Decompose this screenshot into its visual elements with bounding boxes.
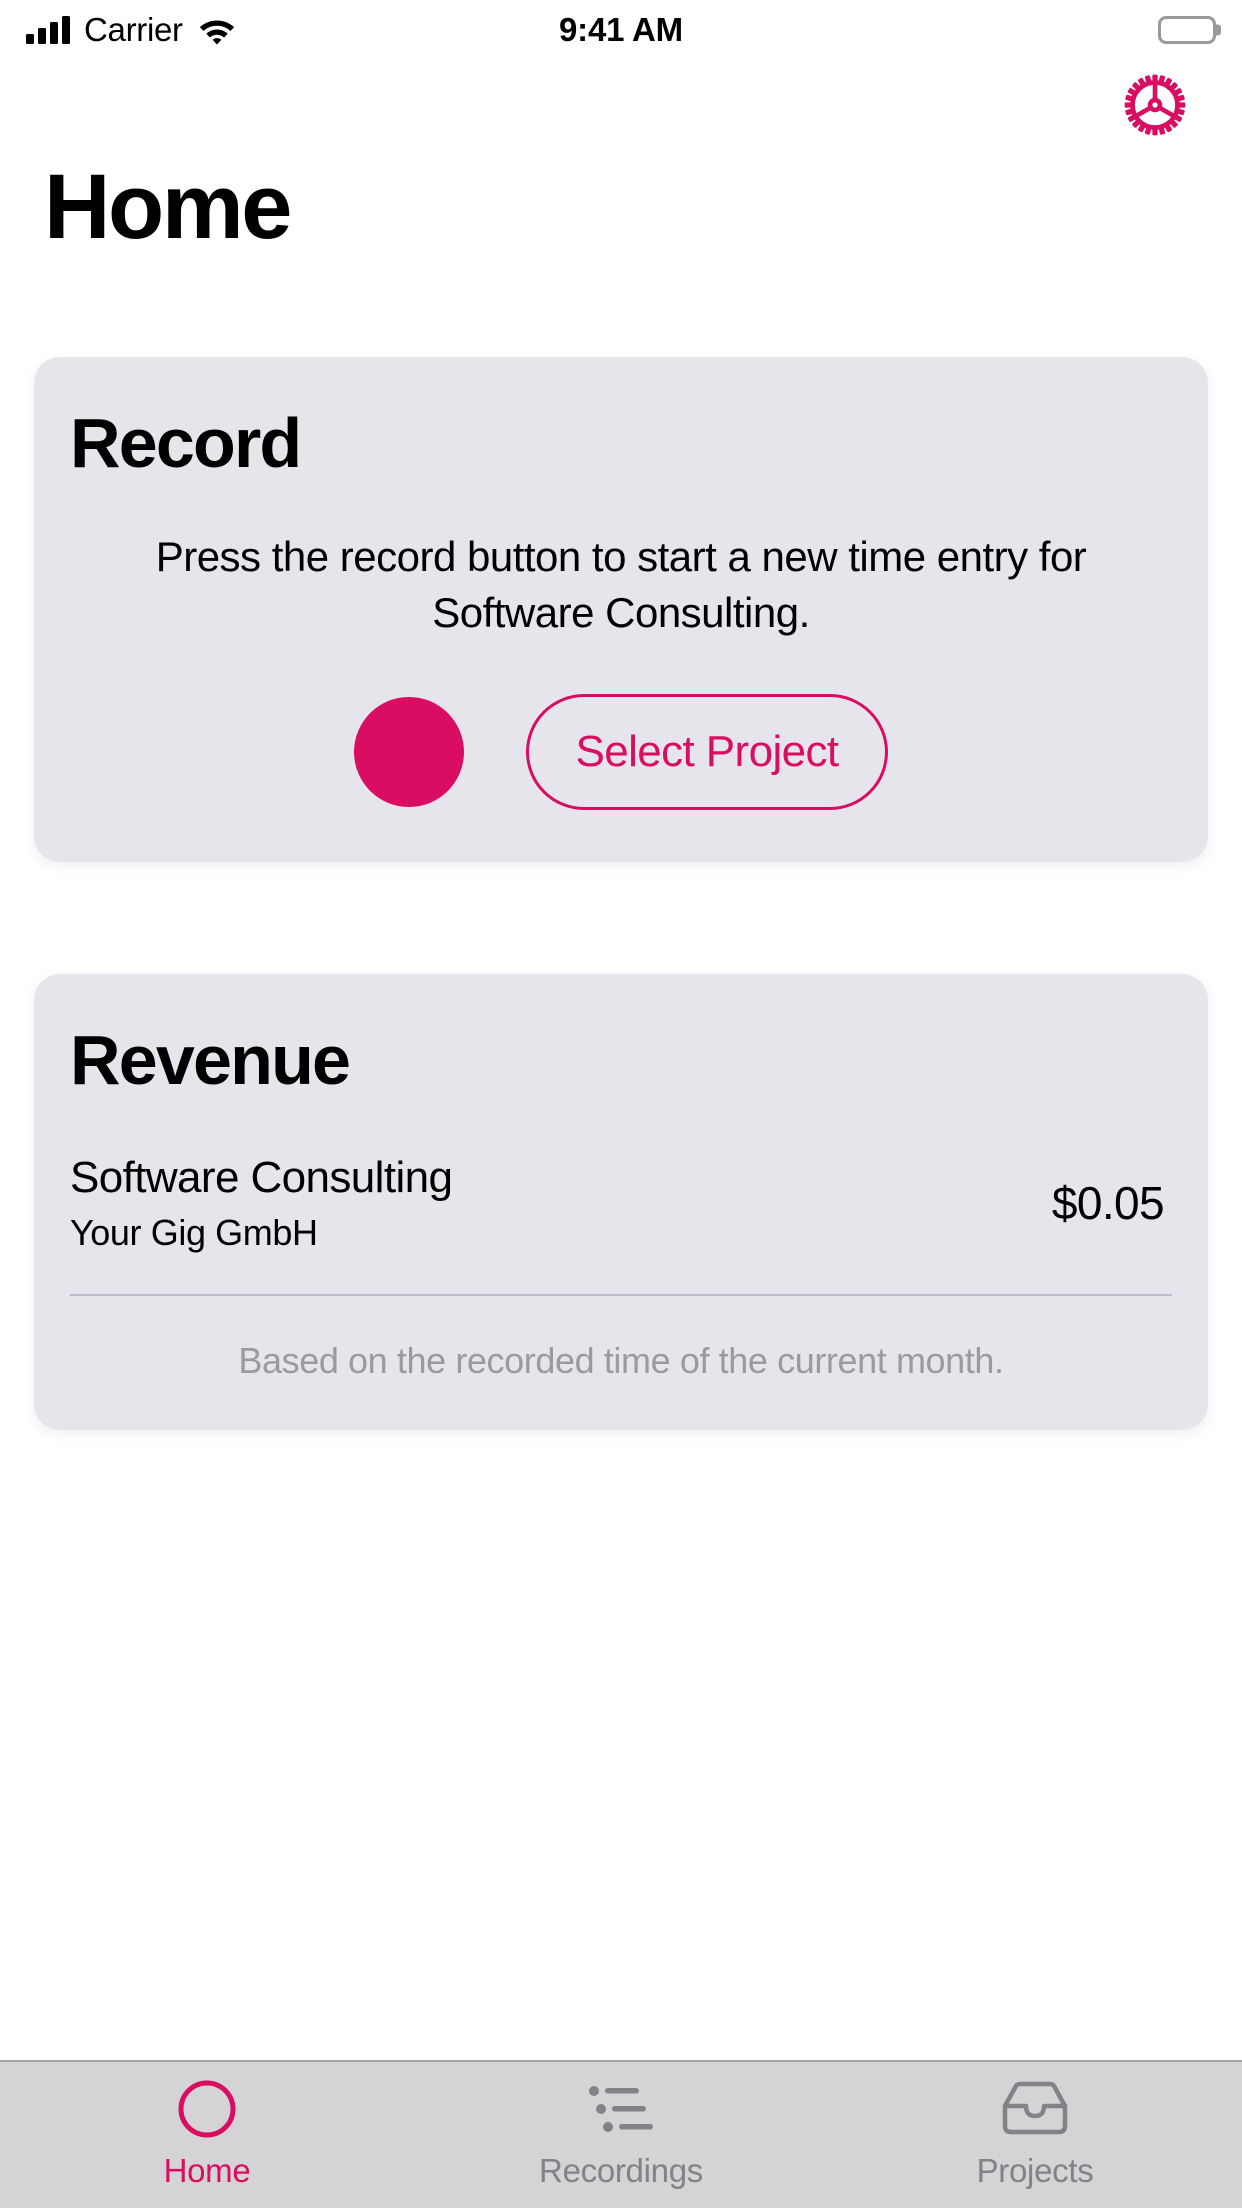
revenue-card-title: Revenue bbox=[70, 1021, 351, 1100]
tab-projects[interactable]: Projects bbox=[828, 2078, 1242, 2187]
tab-bar: Home Recordings Projects bbox=[0, 2060, 1242, 2208]
tray-icon bbox=[998, 2078, 1072, 2140]
bulleted-list-icon bbox=[586, 2078, 656, 2140]
main-content: Record Press the record button to start … bbox=[0, 257, 1242, 2060]
revenue-names: Software Consulting Your Gig GmbH bbox=[70, 1153, 453, 1253]
revenue-project-name: Software Consulting bbox=[70, 1153, 453, 1203]
select-project-button[interactable]: Select Project bbox=[526, 694, 888, 811]
tab-home-label: Home bbox=[163, 2152, 251, 2189]
settings-button[interactable] bbox=[1120, 70, 1190, 140]
revenue-amount: $0.05 bbox=[1051, 1177, 1165, 1230]
battery-full-icon bbox=[1158, 16, 1216, 44]
app-screen: Carrier 9:41 AM Home Record Press the re… bbox=[0, 0, 1242, 2208]
tab-projects-label: Projects bbox=[976, 2152, 1094, 2189]
tab-home[interactable]: Home bbox=[0, 2078, 414, 2187]
record-card-actions: Select Project bbox=[70, 694, 1172, 811]
page-title: Home bbox=[44, 156, 292, 258]
circle-outline-icon bbox=[176, 2078, 238, 2140]
status-bar-right bbox=[1158, 0, 1216, 60]
nav-bar bbox=[0, 60, 1242, 150]
record-button[interactable] bbox=[354, 697, 465, 808]
tab-recordings-label: Recordings bbox=[539, 2152, 703, 2189]
gear-icon bbox=[1122, 72, 1188, 138]
revenue-row: Software Consulting Your Gig GmbH $0.05 bbox=[70, 1153, 1172, 1253]
record-card-title: Record bbox=[70, 404, 302, 483]
record-card-description: Press the record button to start a new t… bbox=[155, 533, 1087, 636]
revenue-divider bbox=[70, 1294, 1172, 1297]
status-bar: Carrier 9:41 AM bbox=[0, 0, 1242, 60]
tab-recordings[interactable]: Recordings bbox=[414, 2078, 828, 2187]
revenue-client-name: Your Gig GmbH bbox=[70, 1211, 318, 1253]
status-bar-time: 9:41 AM bbox=[559, 11, 683, 48]
record-card: Record Press the record button to start … bbox=[34, 357, 1208, 863]
revenue-card: Revenue Software Consulting Your Gig Gmb… bbox=[34, 974, 1208, 1431]
revenue-note: Based on the recorded time of the curren… bbox=[238, 1340, 1004, 1382]
